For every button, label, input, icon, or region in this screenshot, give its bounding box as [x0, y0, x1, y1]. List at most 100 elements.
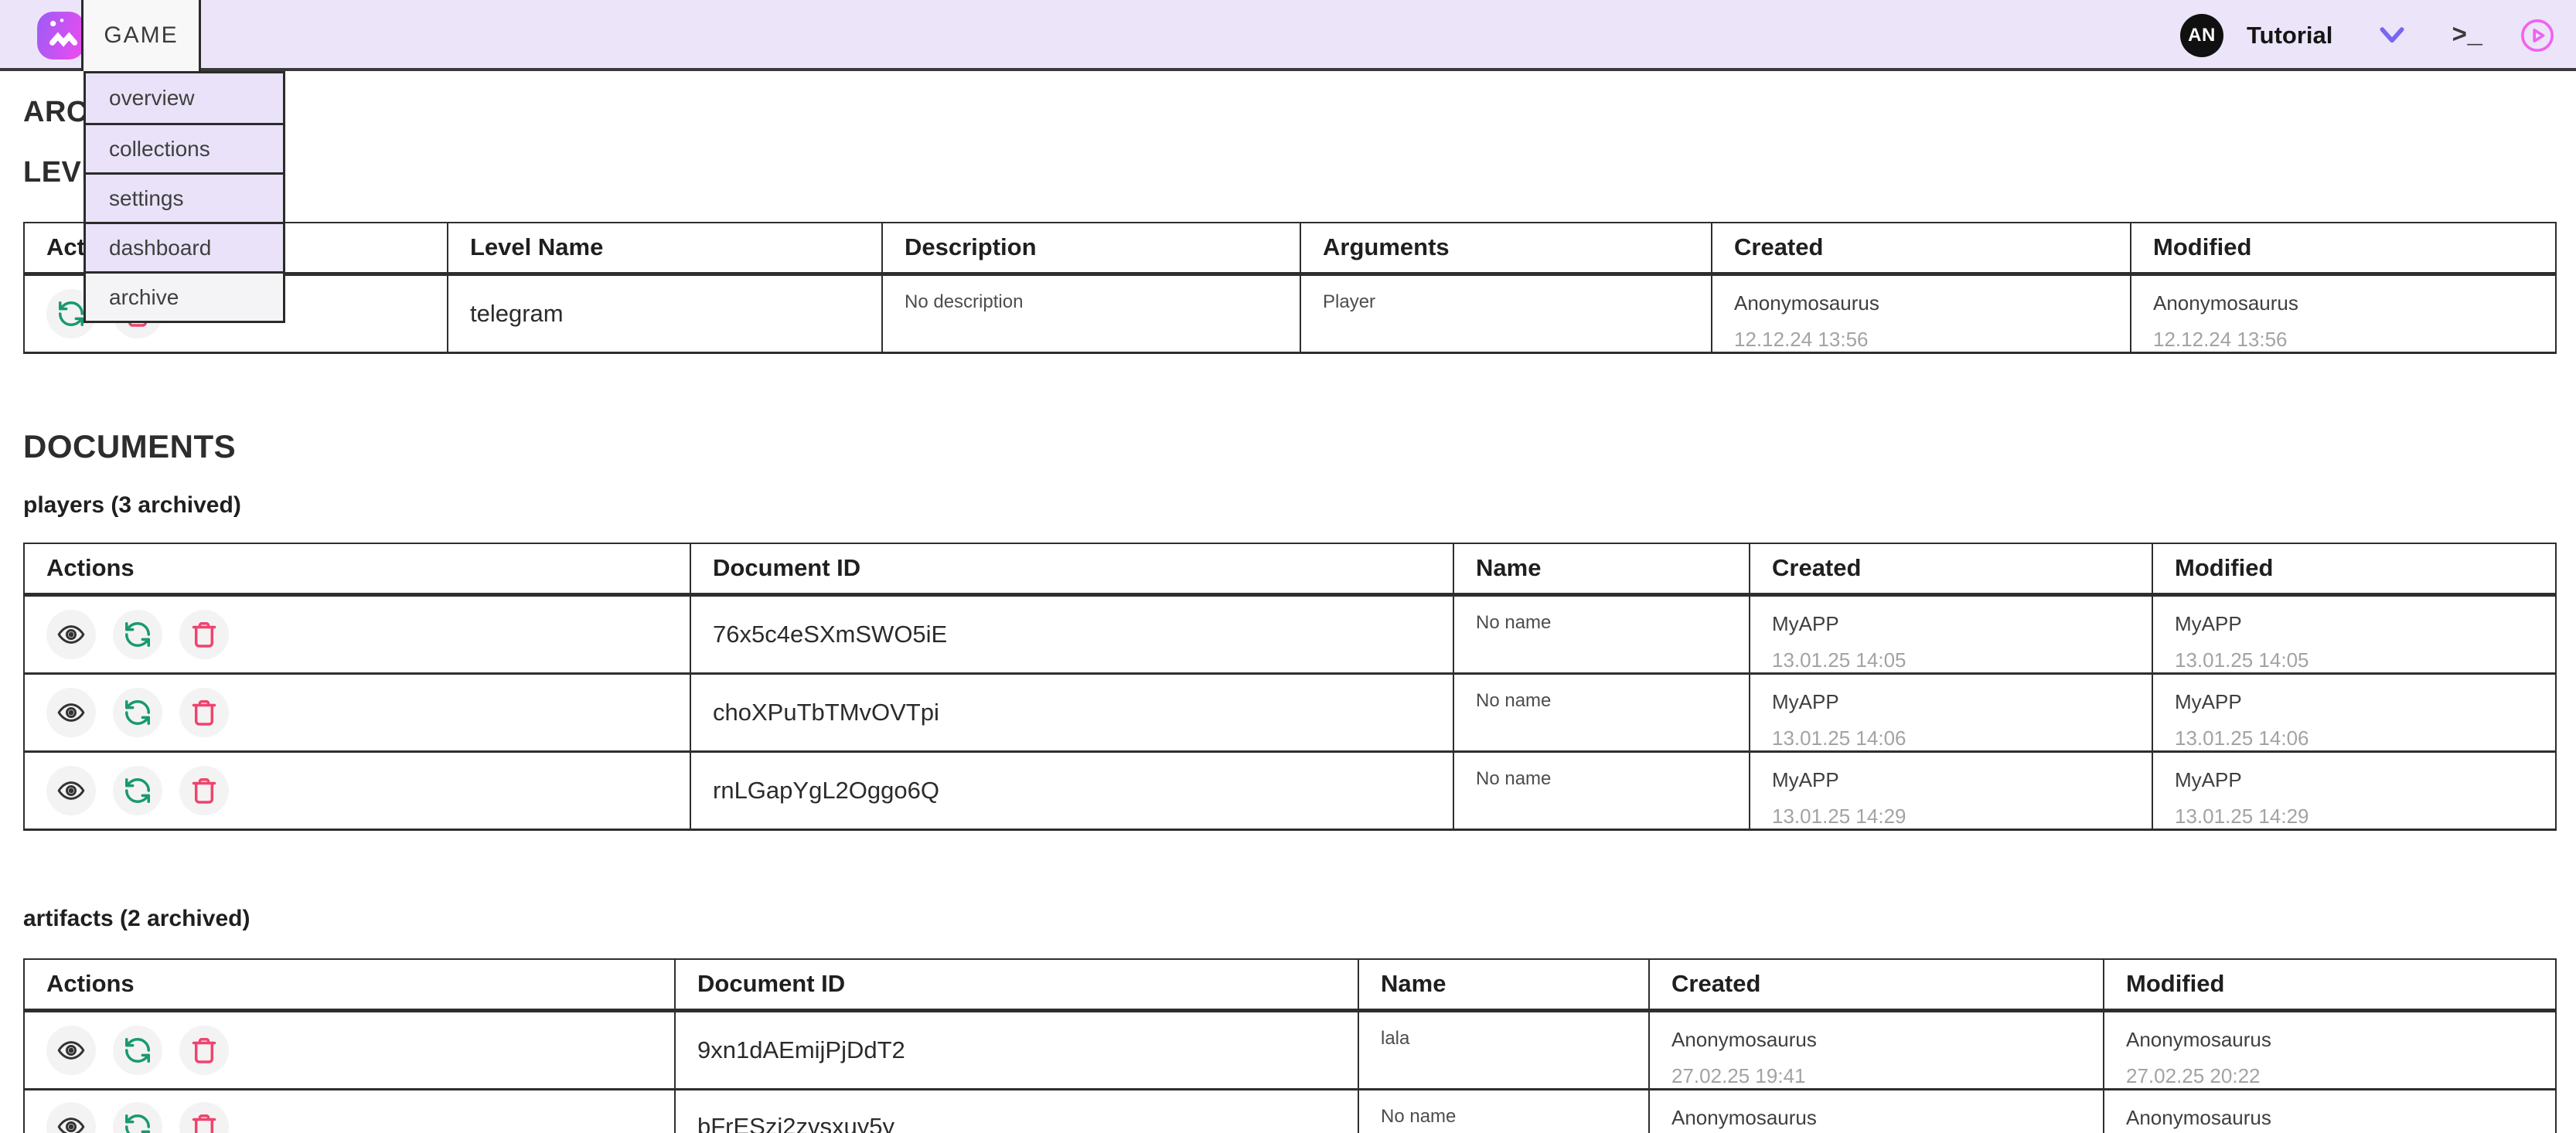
- document-id: 76x5c4eSXmSWO5iE: [713, 621, 947, 648]
- modified-at: 13.01.25 14:06: [2175, 726, 2555, 750]
- app-root: ARCHIVE LEVELS Actions Level Name Descri…: [0, 0, 2576, 1133]
- document-id: 9xn1dAEmijPjDdT2: [697, 1036, 905, 1063]
- created-at: 13.01.25 14:05: [1772, 648, 2152, 672]
- modified-at: 13.01.25 14:29: [2175, 805, 2555, 828]
- menu-item-dashboard[interactable]: dashboard: [86, 222, 283, 271]
- terminal-icon: >_: [2452, 22, 2482, 50]
- col-name: Name: [1453, 543, 1750, 594]
- created-by: Anonymosaurus: [1734, 291, 2130, 315]
- avatar[interactable]: AN: [2180, 14, 2223, 57]
- modified-at: 27.02.25 20:22: [2126, 1064, 2555, 1088]
- table-row: 76x5c4eSXmSWO5iE No name MyAPP 13.01.25 14:…: [24, 594, 2556, 673]
- table-row: rnLGapYgL2Oggo6QNo nameMyAPP13.01.25 14:…: [24, 751, 2556, 829]
- document-name: No name: [1476, 690, 1551, 711]
- view-button[interactable]: [46, 766, 96, 815]
- delete-button[interactable]: [179, 766, 229, 815]
- header-right-cluster: AN Tutorial >_: [2180, 0, 2555, 71]
- document-id: rnLGapYgL2Oggo6Q: [713, 777, 939, 804]
- trash-icon: [189, 620, 219, 649]
- modified-at: 13.01.25 14:05: [2175, 648, 2555, 672]
- col-modified: Modified: [2131, 223, 2556, 274]
- levels-table: Actions Level Name Description Arguments…: [23, 222, 2557, 354]
- document-name: lala: [1381, 1028, 1409, 1049]
- level-arguments: Player: [1323, 291, 1375, 312]
- col-actions: Actions: [24, 959, 675, 1010]
- modified-by: MyAPP: [2175, 768, 2555, 792]
- view-button[interactable]: [46, 688, 96, 737]
- col-arguments: Arguments: [1300, 223, 1712, 274]
- trash-icon: [189, 1112, 219, 1133]
- col-modified: Modified: [2152, 543, 2556, 594]
- play-circle-icon: [2520, 18, 2555, 53]
- view-button[interactable]: [46, 1026, 96, 1075]
- artifacts-table: Actions Document ID Name Created Modifie…: [23, 958, 2557, 1133]
- restore-button[interactable]: [113, 1102, 162, 1133]
- refresh-icon: [123, 1112, 152, 1133]
- document-name: No name: [1476, 612, 1551, 633]
- document-id: bFrESzj2zvsxuy5y: [697, 1113, 894, 1133]
- col-name: Name: [1358, 959, 1649, 1010]
- modified-by: MyAPP: [2175, 690, 2555, 714]
- project-switcher-button[interactable]: [2377, 26, 2407, 46]
- menu-item-settings[interactable]: settings: [86, 172, 283, 222]
- refresh-icon: [123, 776, 152, 805]
- restore-button[interactable]: [113, 610, 162, 659]
- col-actions: Actions: [24, 543, 690, 594]
- view-button[interactable]: [46, 610, 96, 659]
- col-modified: Modified: [2104, 959, 2556, 1010]
- view-button[interactable]: [46, 1102, 96, 1133]
- app-logo-icon[interactable]: [36, 10, 87, 61]
- eye-icon: [56, 697, 87, 728]
- modified-by: Anonymosaurus: [2126, 1106, 2555, 1130]
- refresh-icon: [56, 299, 86, 328]
- artifacts-header-row: Actions Document ID Name Created Modifie…: [24, 959, 2556, 1010]
- trash-icon: [189, 698, 219, 727]
- chevron-down-icon: [2377, 26, 2407, 46]
- refresh-icon: [123, 620, 152, 649]
- delete-button[interactable]: [179, 610, 229, 659]
- table-row: telegram No description Player Anonymosa…: [24, 274, 2556, 352]
- run-button[interactable]: [2520, 18, 2555, 53]
- players-table: Actions Document ID Name Created Modifie…: [23, 543, 2557, 831]
- eye-icon: [56, 775, 87, 806]
- project-name: Tutorial: [2247, 22, 2332, 49]
- refresh-icon: [123, 698, 152, 727]
- col-created: Created: [1712, 223, 2131, 274]
- eye-icon: [56, 1035, 87, 1066]
- document-id: choXPuTbTMvOVTpi: [713, 699, 939, 726]
- eye-icon: [56, 619, 87, 650]
- documents-section-title: DOCUMENTS: [23, 428, 236, 465]
- created-by: Anonymosaurus: [1671, 1106, 2103, 1130]
- players-header-row: Actions Document ID Name Created Modifie…: [24, 543, 2556, 594]
- level-description: No description: [905, 291, 1023, 312]
- document-name: No name: [1381, 1106, 1456, 1127]
- menu-item-overview[interactable]: overview: [86, 73, 283, 123]
- delete-button[interactable]: [179, 1102, 229, 1133]
- col-level-name: Level Name: [448, 223, 882, 274]
- trash-icon: [189, 776, 219, 805]
- menu-item-collections[interactable]: collections: [86, 123, 283, 172]
- created-by: MyAPP: [1772, 768, 2152, 792]
- col-description: Description: [882, 223, 1300, 274]
- table-row: choXPuTbTMvOVTpi No name MyAPP 13.01.25 14:…: [24, 673, 2556, 751]
- restore-button[interactable]: [113, 688, 162, 737]
- modified-by: MyAPP: [2175, 612, 2555, 636]
- created-by: MyAPP: [1772, 690, 2152, 714]
- trash-icon: [189, 1036, 219, 1065]
- refresh-icon: [123, 1036, 152, 1065]
- eye-icon: [56, 1111, 87, 1133]
- modified-by: Anonymosaurus: [2126, 1028, 2555, 1052]
- game-menu-button[interactable]: GAME: [81, 0, 201, 71]
- players-heading: players (3 archived): [23, 492, 241, 519]
- restore-button[interactable]: [113, 766, 162, 815]
- menu-item-archive[interactable]: archive: [86, 271, 283, 321]
- col-created: Created: [1649, 959, 2104, 1010]
- restore-button[interactable]: [113, 1026, 162, 1075]
- delete-button[interactable]: [179, 688, 229, 737]
- table-row: 9xn1dAEmijPjDdT2 lala Anonymosaurus 27.02.2…: [24, 1010, 2556, 1089]
- artifacts-heading: artifacts (2 archived): [23, 906, 250, 932]
- modified-by: Anonymosaurus: [2153, 291, 2555, 315]
- terminal-button[interactable]: >_: [2452, 22, 2482, 50]
- delete-button[interactable]: [179, 1026, 229, 1075]
- created-at: 12.12.24 13:56: [1734, 328, 2130, 352]
